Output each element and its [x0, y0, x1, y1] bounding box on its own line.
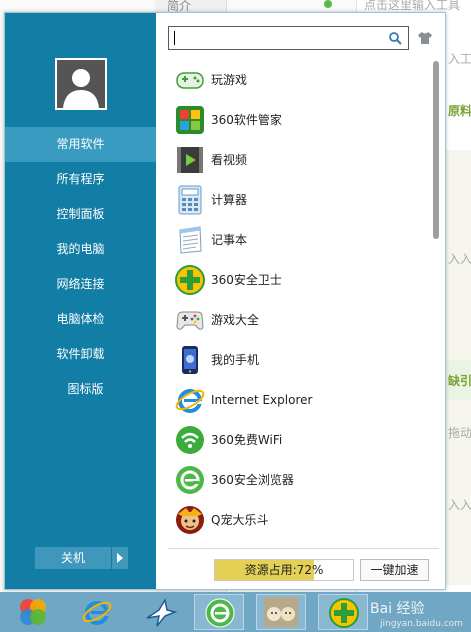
sidebar: 常用软件 所有程序 控制面板 我的电脑 网络连接 电脑体检 软件卸载 图标版 关… — [5, 13, 156, 589]
photo-thumbnail-icon — [264, 597, 298, 627]
taskbar-360-safe[interactable] — [318, 594, 368, 630]
user-avatar[interactable] — [55, 58, 107, 110]
bg-text: 入工具 — [448, 52, 471, 66]
app-label: 360软件管家 — [211, 113, 282, 127]
app-item-360-wifi[interactable]: 360免费WiFi — [168, 421, 428, 459]
sidebar-item-pc-checkup[interactable]: 电脑体检 — [5, 302, 156, 337]
app-list: 玩游戏 360软件管家 看视频 计算器 记事本 360安全卫士 游戏大全 我的手… — [168, 61, 428, 541]
bg-text: 入入步 — [448, 252, 471, 266]
wifi-icon — [176, 426, 204, 454]
one-click-accelerate-button[interactable]: 一键加速 — [360, 559, 429, 581]
app-item-my-phone[interactable]: 我的手机 — [168, 341, 428, 379]
360-safe-icon — [175, 265, 205, 295]
app-label: Q宠大乐斗 — [211, 513, 269, 527]
shutdown-options-arrow-icon[interactable] — [112, 547, 128, 569]
app-item-notepad[interactable]: 记事本 — [168, 221, 428, 259]
sidebar-item-common-software[interactable]: 常用软件 — [5, 127, 156, 162]
search-box[interactable] — [168, 26, 409, 50]
app-label: Internet Explorer — [211, 393, 313, 407]
app-label: 看视频 — [211, 153, 248, 167]
app-item-software-manager[interactable]: 360软件管家 — [168, 101, 428, 139]
taskbar-360-browser[interactable] — [194, 594, 244, 630]
scrollbar-thumb[interactable] — [433, 61, 439, 239]
ie-icon — [175, 389, 205, 413]
app-label: 记事本 — [211, 233, 248, 247]
app-item-360-safe[interactable]: 360安全卫士 — [168, 261, 428, 299]
app-label: 游戏大全 — [211, 313, 260, 327]
app-label: 360安全卫士 — [211, 273, 282, 287]
game-collection-icon — [176, 311, 204, 330]
bg-text: 拖动 — [448, 426, 471, 440]
q-pet-icon — [176, 506, 204, 534]
search-icon[interactable] — [388, 31, 402, 45]
resource-usage-meter: 资源占用:72% — [214, 559, 354, 581]
app-item-q-pet[interactable]: Q宠大乐斗 — [168, 501, 428, 539]
ie-icon — [82, 601, 112, 625]
video-icon — [177, 147, 203, 173]
windows-start-icon — [20, 599, 46, 625]
sidebar-item-all-programs[interactable]: 所有程序 — [5, 162, 156, 197]
tshirt-skin-icon[interactable] — [417, 30, 433, 46]
user-icon — [63, 69, 99, 108]
gamepad-icon — [176, 72, 204, 89]
sidebar-item-uninstall[interactable]: 软件卸载 — [5, 337, 156, 372]
app-label: 玩游戏 — [211, 73, 248, 87]
bg-text: 入入步 — [448, 498, 471, 512]
watermark-logo: Bai 经验 — [370, 601, 425, 617]
app-label: 我的手机 — [211, 353, 260, 367]
app-label: 360安全浏览器 — [211, 473, 294, 487]
taskbar-ie[interactable] — [72, 594, 122, 630]
app-item-game-collection[interactable]: 游戏大全 — [168, 301, 428, 339]
bg-text: 缺引用 — [448, 374, 471, 388]
sidebar-item-icon-version[interactable]: 图标版 — [10, 372, 161, 407]
taskbar-photo-viewer[interactable] — [256, 594, 306, 630]
shutdown-button[interactable]: 关机 — [35, 547, 111, 569]
phone-icon — [182, 346, 198, 374]
360-safe-icon — [329, 598, 359, 628]
search-input[interactable] — [173, 29, 383, 47]
start-menu: 常用软件 所有程序 控制面板 我的电脑 网络连接 电脑体检 软件卸载 图标版 关… — [4, 12, 446, 590]
bg-text: 原料 — [448, 104, 471, 118]
footer-divider — [168, 548, 439, 549]
screen: 简介 点击这里输入工具 入工具 原料 入入步 缺引用 拖动 入入步 常用软件 所… — [0, 0, 471, 632]
software-manager-icon — [176, 106, 204, 134]
bird-app-icon — [146, 597, 177, 627]
resource-usage-label: 资源占用:72% — [244, 563, 324, 577]
sidebar-item-network[interactable]: 网络连接 — [5, 267, 156, 302]
calculator-icon — [178, 185, 202, 215]
360-browser-icon — [176, 466, 204, 494]
app-item-360-browser[interactable]: 360安全浏览器 — [168, 461, 428, 499]
text-cursor — [174, 31, 175, 45]
watermark-url: jingyan.baidu.com — [380, 619, 464, 629]
360-browser-icon — [205, 598, 235, 628]
app-label: 360免费WiFi — [211, 433, 283, 447]
app-label: 计算器 — [211, 193, 248, 207]
app-item-internet-explorer[interactable]: Internet Explorer — [168, 381, 428, 419]
sidebar-item-my-computer[interactable]: 我的电脑 — [5, 232, 156, 267]
app-item-watch-video[interactable]: 看视频 — [168, 141, 428, 179]
app-item-calculator[interactable]: 计算器 — [168, 181, 428, 219]
notepad-icon — [179, 226, 202, 254]
taskbar-start-button[interactable] — [8, 594, 58, 630]
taskbar-bird-app[interactable] — [136, 594, 186, 630]
sidebar-item-control-panel[interactable]: 控制面板 — [5, 197, 156, 232]
app-item-play-games[interactable]: 玩游戏 — [168, 61, 428, 99]
